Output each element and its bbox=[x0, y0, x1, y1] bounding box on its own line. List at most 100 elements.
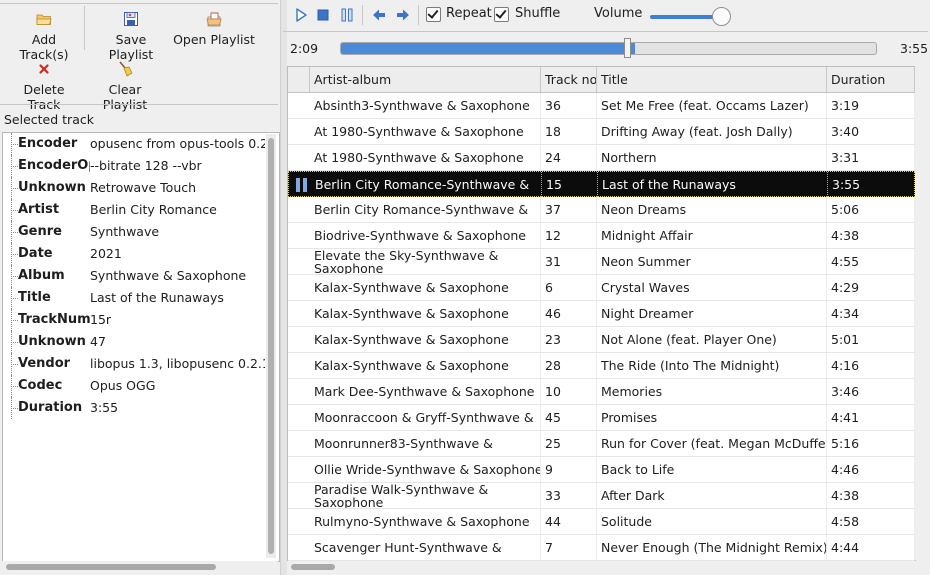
cell-duration: 3:40 bbox=[827, 119, 915, 144]
tree-branch-line bbox=[11, 375, 18, 397]
column-header-title[interactable]: Title bbox=[597, 67, 827, 92]
toolbar-separator bbox=[418, 5, 419, 25]
cell-duration: 5:01 bbox=[827, 327, 915, 352]
tree-item[interactable]: TrackNuml 15r bbox=[3, 309, 265, 331]
table-row[interactable]: Biodrive-Synthwave & Saxophone 12 Midnight… bbox=[288, 223, 915, 249]
tree-item-value: 47 bbox=[90, 334, 106, 349]
tree-item-key: Unknown bbox=[18, 180, 86, 195]
pause-icon[interactable] bbox=[338, 6, 356, 24]
tree-item[interactable]: EncoderOp --bitrate 128 --vbr bbox=[3, 155, 265, 177]
cell-artist-album: Paradise Walk-Synthwave & Saxophone bbox=[310, 483, 541, 508]
volume-slider-handle[interactable] bbox=[712, 7, 731, 26]
cell-artist-album: Moonrunner83-Synthwave & bbox=[310, 431, 541, 456]
next-arrow-icon[interactable] bbox=[394, 6, 412, 24]
table-row[interactable]: Kalax-Synthwave & Saxophone 28 The Ride (I… bbox=[288, 353, 915, 379]
shuffle-label[interactable]: Shuffle bbox=[515, 6, 560, 21]
tree-item[interactable]: Encoder opusenc from opus-tools 0.2-3 bbox=[3, 133, 265, 155]
track-info-vertical-scrollbar[interactable] bbox=[266, 134, 276, 558]
tree-item[interactable]: Album Synthwave & Saxophone bbox=[3, 265, 265, 287]
seek-bar[interactable] bbox=[340, 42, 877, 55]
cell-title: Neon Summer bbox=[597, 249, 827, 274]
scrollbar-thumb[interactable] bbox=[291, 564, 335, 570]
cell-title: Northern bbox=[597, 145, 827, 170]
table-row[interactable]: Rulmyno-Synthwave & Saxophone 44 Solitude 4… bbox=[288, 509, 915, 535]
table-header: Artist-album Track no Title Duration bbox=[288, 67, 915, 93]
tree-item[interactable]: Artist Berlin City Romance bbox=[3, 199, 265, 221]
table-row[interactable]: Berlin City Romance-Synthwave & 37 Neon Dr… bbox=[288, 197, 915, 223]
tree-item-key: Date bbox=[18, 246, 53, 261]
table-row[interactable]: Kalax-Synthwave & Saxophone 46 Night Dream… bbox=[288, 301, 915, 327]
cell-artist-album: Biodrive-Synthwave & Saxophone bbox=[310, 223, 541, 248]
table-row[interactable]: Paradise Walk-Synthwave & Saxophone 33 Aft… bbox=[288, 483, 915, 509]
open-playlist-icon bbox=[206, 12, 222, 27]
column-header-artist-album[interactable]: Artist-album bbox=[310, 67, 541, 92]
save-playlist-label: Save Playlist bbox=[108, 32, 154, 62]
table-row[interactable]: Moonrunner83-Synthwave & 25 Run for Cover … bbox=[288, 431, 915, 457]
table-row[interactable]: At 1980-Synthwave & Saxophone 24 Northern 3… bbox=[288, 145, 915, 171]
save-disk-icon bbox=[124, 12, 138, 26]
table-row[interactable]: Kalax-Synthwave & Saxophone 23 Not Alone (… bbox=[288, 327, 915, 353]
tree-item[interactable]: Title Last of the Runaways bbox=[3, 287, 265, 309]
shuffle-checkbox[interactable] bbox=[494, 7, 509, 22]
tree-item[interactable]: Unknown Retrowave Touch bbox=[3, 177, 265, 199]
tree-item-value: 3:55 bbox=[90, 400, 119, 415]
previous-arrow-icon[interactable] bbox=[370, 6, 388, 24]
open-playlist-button[interactable]: Open Playlist bbox=[172, 10, 256, 47]
left-toolbar: Add Track(s) Save Playlist Open Playlist… bbox=[0, 0, 278, 112]
scrollbar-thumb[interactable] bbox=[268, 138, 274, 554]
cell-title: Memories bbox=[597, 379, 827, 404]
playlist-table[interactable]: Artist-album Track no Title Duration Abs… bbox=[287, 66, 916, 562]
tree-branch-line bbox=[11, 177, 18, 199]
tree-item[interactable]: Duration 3:55 bbox=[3, 397, 265, 419]
cell-track-no: 33 bbox=[541, 483, 597, 508]
scrollbar-thumb[interactable] bbox=[6, 564, 216, 570]
playlist-vertical-scrollbar[interactable] bbox=[915, 66, 928, 560]
cell-track-no: 45 bbox=[541, 405, 597, 430]
stop-icon[interactable] bbox=[314, 6, 332, 24]
table-row[interactable]: Kalax-Synthwave & Saxophone 6 Crystal Wave… bbox=[288, 275, 915, 301]
cell-artist-album: Rulmyno-Synthwave & Saxophone bbox=[310, 509, 541, 534]
table-row[interactable]: Moonraccoon & Gryff-Synthwave & 45 Promise… bbox=[288, 405, 915, 431]
cell-artist-album: Moonraccoon & Gryff-Synthwave & bbox=[310, 405, 541, 430]
tree-item[interactable]: Vendor libopus 1.3, libopusenc 0.2.1 bbox=[3, 353, 265, 375]
column-header-duration[interactable]: Duration bbox=[827, 67, 915, 92]
cell-artist-album: Ollie Wride-Synthwave & Saxophone bbox=[310, 457, 541, 482]
cell-artist-album: Scavenger Hunt-Synthwave & bbox=[310, 535, 541, 560]
track-info-tree[interactable]: Encoder opusenc from opus-tools 0.2-3 Enco… bbox=[2, 132, 280, 562]
tree-item-value: opusenc from opus-tools 0.2-3 bbox=[90, 136, 265, 151]
save-playlist-button[interactable]: Save Playlist bbox=[92, 10, 170, 62]
table-row[interactable]: Mark Dee-Synthwave & Saxophone 10 Memories… bbox=[288, 379, 915, 405]
cell-track-no: 28 bbox=[541, 353, 597, 378]
tree-branch-line bbox=[11, 133, 18, 155]
add-tracks-button[interactable]: Add Track(s) bbox=[6, 10, 82, 62]
playlist-horizontal-scrollbar[interactable] bbox=[287, 561, 928, 573]
tree-branch-line bbox=[11, 199, 18, 221]
tree-item[interactable]: Unknown 47 bbox=[3, 331, 265, 353]
cell-title: The Ride (Into The Midnight) bbox=[597, 353, 827, 378]
table-row[interactable]: Ollie Wride-Synthwave & Saxophone 9 Back t… bbox=[288, 457, 915, 483]
repeat-checkbox[interactable] bbox=[426, 7, 441, 22]
table-row[interactable]: Scavenger Hunt-Synthwave & 7 Never Enough … bbox=[288, 535, 915, 561]
track-info-horizontal-scrollbar[interactable] bbox=[2, 561, 278, 573]
panel-splitter[interactable] bbox=[280, 0, 287, 575]
cell-title: Neon Dreams bbox=[597, 197, 827, 222]
toolbar-divider bbox=[0, 104, 278, 105]
seek-bar-handle[interactable] bbox=[624, 38, 631, 58]
tree-item[interactable]: Codec Opus OGG bbox=[3, 375, 265, 397]
cell-title: Night Dreamer bbox=[597, 301, 827, 326]
cell-track-no: 6 bbox=[541, 275, 597, 300]
tree-item-value: --bitrate 128 --vbr bbox=[90, 158, 202, 173]
now-playing-pause-icon bbox=[296, 178, 308, 192]
table-row[interactable]: Berlin City Romance-Synthwave & 15 Last of… bbox=[288, 171, 915, 197]
table-row[interactable]: Elevate the Sky-Synthwave & Saxophone 31 N… bbox=[288, 249, 915, 275]
play-icon[interactable] bbox=[292, 6, 310, 24]
cell-artist-album: At 1980-Synthwave & Saxophone bbox=[310, 145, 541, 170]
tree-item-key: Artist bbox=[18, 202, 60, 217]
table-row[interactable]: Absinth3-Synthwave & Saxophone 36 Set Me F… bbox=[288, 93, 915, 119]
table-row[interactable]: At 1980-Synthwave & Saxophone 18 Drifting … bbox=[288, 119, 915, 145]
tree-item[interactable]: Date 2021 bbox=[3, 243, 265, 265]
tree-item[interactable]: Genre Synthwave bbox=[3, 221, 265, 243]
tree-item-key: TrackNuml bbox=[18, 312, 90, 327]
repeat-label[interactable]: Repeat bbox=[446, 6, 492, 21]
column-header-track-no[interactable]: Track no bbox=[541, 67, 597, 92]
